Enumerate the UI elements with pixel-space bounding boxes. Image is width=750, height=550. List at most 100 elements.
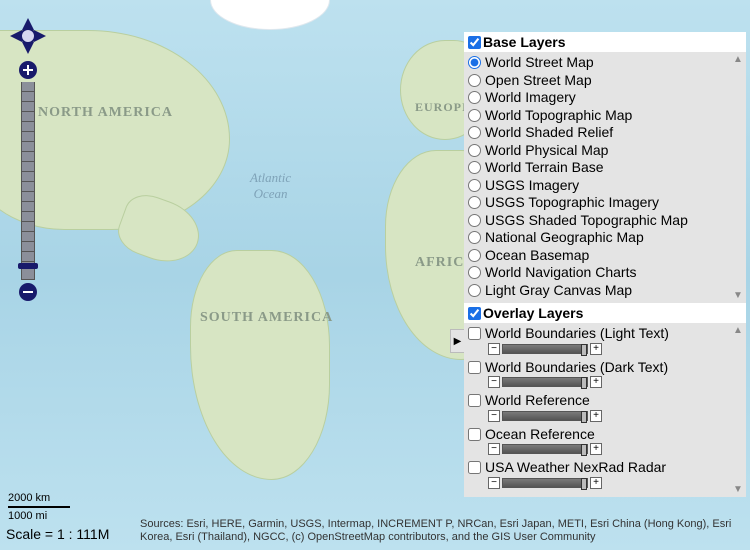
zoom-in-button[interactable] <box>18 60 38 80</box>
base-layer-radio[interactable] <box>468 91 481 104</box>
chevron-right-icon: ▶ <box>454 336 462 347</box>
ocean-label-1: Atlantic <box>250 170 291 185</box>
base-layers-header[interactable]: Base Layers <box>464 32 746 52</box>
overlay-layer-option[interactable]: World Boundaries (Light Text) <box>468 325 742 343</box>
overlay-layer-checkbox[interactable] <box>468 461 481 474</box>
opacity-slider-thumb[interactable] <box>581 411 587 423</box>
zoom-out-button[interactable] <box>18 282 38 302</box>
base-layer-option[interactable]: National Geographic Map <box>468 229 742 247</box>
base-layer-radio[interactable] <box>468 231 481 244</box>
base-layers-label: Base Layers <box>483 34 566 50</box>
base-layer-option[interactable]: Light Gray Canvas Map <box>468 282 742 300</box>
base-layer-radio[interactable] <box>468 161 481 174</box>
base-layer-radio[interactable] <box>468 144 481 157</box>
scale-ratio: Scale = 1 : 111M <box>6 526 109 542</box>
base-layer-option[interactable]: World Physical Map <box>468 142 742 160</box>
overlay-layer-checkbox[interactable] <box>468 428 481 441</box>
scale-bar: 2000 km 1000 mi <box>8 492 70 522</box>
base-layer-label: USGS Imagery <box>485 177 579 195</box>
opacity-increase-button[interactable]: + <box>590 343 602 355</box>
zoom-slider[interactable] <box>21 82 35 280</box>
scroll-down-icon[interactable]: ▼ <box>732 290 744 301</box>
opacity-slider-thumb[interactable] <box>581 344 587 356</box>
base-layer-label: World Shaded Relief <box>485 124 613 142</box>
label-atlantic: Atlantic Ocean <box>250 170 291 202</box>
base-layer-option[interactable]: USGS Imagery <box>468 177 742 195</box>
opacity-increase-button[interactable]: + <box>590 443 602 455</box>
opacity-decrease-button[interactable]: − <box>488 410 500 422</box>
label-south-america: SOUTH AMERICA <box>200 310 333 326</box>
base-layer-radio[interactable] <box>468 126 481 139</box>
opacity-slider-thumb[interactable] <box>581 478 587 490</box>
base-layer-option[interactable]: Ocean Basemap <box>468 247 742 265</box>
base-layer-option[interactable]: World Topographic Map <box>468 107 742 125</box>
opacity-increase-button[interactable]: + <box>590 410 602 422</box>
opacity-control: −+ <box>488 477 742 489</box>
base-layer-radio[interactable] <box>468 74 481 87</box>
opacity-increase-button[interactable]: + <box>590 477 602 489</box>
scroll-up-icon[interactable]: ▲ <box>732 325 744 336</box>
opacity-control: −+ <box>488 343 742 355</box>
overlay-layers-header[interactable]: Overlay Layers <box>464 303 746 323</box>
opacity-slider[interactable] <box>502 444 588 454</box>
base-layer-label: Ocean Basemap <box>485 247 589 265</box>
base-layer-radio[interactable] <box>468 179 481 192</box>
map-viewport[interactable]: NORTH AMERICA SOUTH AMERICA EUROPI AFRIC… <box>0 0 750 550</box>
zoom-slider-thumb[interactable] <box>18 263 38 269</box>
base-layer-option[interactable]: World Navigation Charts <box>468 264 742 282</box>
base-layer-radio[interactable] <box>468 214 481 227</box>
base-layer-radio[interactable] <box>468 196 481 209</box>
overlay-layer-checkbox[interactable] <box>468 394 481 407</box>
opacity-slider[interactable] <box>502 377 588 387</box>
overlay-layer-option[interactable]: Ocean Reference <box>468 426 742 444</box>
overlay-layers-toggle[interactable] <box>468 307 481 320</box>
base-layer-label: World Street Map <box>485 54 594 72</box>
map-nav <box>10 18 46 304</box>
panel-collapse-tab[interactable]: ▶ <box>450 329 464 353</box>
opacity-slider[interactable] <box>502 344 588 354</box>
base-layer-option[interactable]: USGS Shaded Topographic Map <box>468 212 742 230</box>
opacity-decrease-button[interactable]: − <box>488 376 500 388</box>
base-layers-toggle[interactable] <box>468 36 481 49</box>
base-layer-label: Light Gray Canvas Map <box>485 282 632 300</box>
overlay-layer-label: Ocean Reference <box>485 426 595 444</box>
opacity-increase-button[interactable]: + <box>590 376 602 388</box>
overlay-layer-option[interactable]: World Boundaries (Dark Text) <box>468 359 742 377</box>
base-layer-label: World Terrain Base <box>485 159 604 177</box>
overlay-layer-checkbox[interactable] <box>468 361 481 374</box>
opacity-slider[interactable] <box>502 478 588 488</box>
overlay-layer-option[interactable]: World Reference <box>468 392 742 410</box>
opacity-slider-thumb[interactable] <box>581 377 587 389</box>
base-layer-label: World Topographic Map <box>485 107 632 125</box>
base-layer-radio[interactable] <box>468 109 481 122</box>
base-layer-radio[interactable] <box>468 284 481 297</box>
base-layer-label: National Geographic Map <box>485 229 644 247</box>
scroll-down-icon[interactable]: ▼ <box>732 484 744 495</box>
opacity-decrease-button[interactable]: − <box>488 343 500 355</box>
base-layer-option[interactable]: World Terrain Base <box>468 159 742 177</box>
opacity-control: −+ <box>488 443 742 455</box>
base-layer-option[interactable]: World Street Map <box>468 54 742 72</box>
opacity-control: −+ <box>488 410 742 422</box>
base-layer-option[interactable]: World Shaded Relief <box>468 124 742 142</box>
pan-compass[interactable] <box>10 18 46 54</box>
opacity-decrease-button[interactable]: − <box>488 443 500 455</box>
opacity-slider-thumb[interactable] <box>581 444 587 456</box>
overlay-layers-label: Overlay Layers <box>483 305 583 321</box>
scale-km: 2000 km <box>8 492 50 504</box>
base-layer-option[interactable]: USGS Topographic Imagery <box>468 194 742 212</box>
scroll-up-icon[interactable]: ▲ <box>732 54 744 65</box>
base-layer-radio[interactable] <box>468 56 481 69</box>
overlay-layer-checkbox[interactable] <box>468 327 481 340</box>
base-layer-radio[interactable] <box>468 249 481 262</box>
overlay-layer-label: World Boundaries (Light Text) <box>485 325 669 343</box>
base-layer-label: World Physical Map <box>485 142 608 160</box>
base-layer-option[interactable]: World Imagery <box>468 89 742 107</box>
map-attribution: Sources: Esri, HERE, Garmin, USGS, Inter… <box>140 518 744 544</box>
label-europe: EUROPI <box>415 100 468 115</box>
opacity-decrease-button[interactable]: − <box>488 477 500 489</box>
base-layer-option[interactable]: Open Street Map <box>468 72 742 90</box>
opacity-slider[interactable] <box>502 411 588 421</box>
overlay-layer-option[interactable]: USA Weather NexRad Radar <box>468 459 742 477</box>
base-layer-radio[interactable] <box>468 266 481 279</box>
